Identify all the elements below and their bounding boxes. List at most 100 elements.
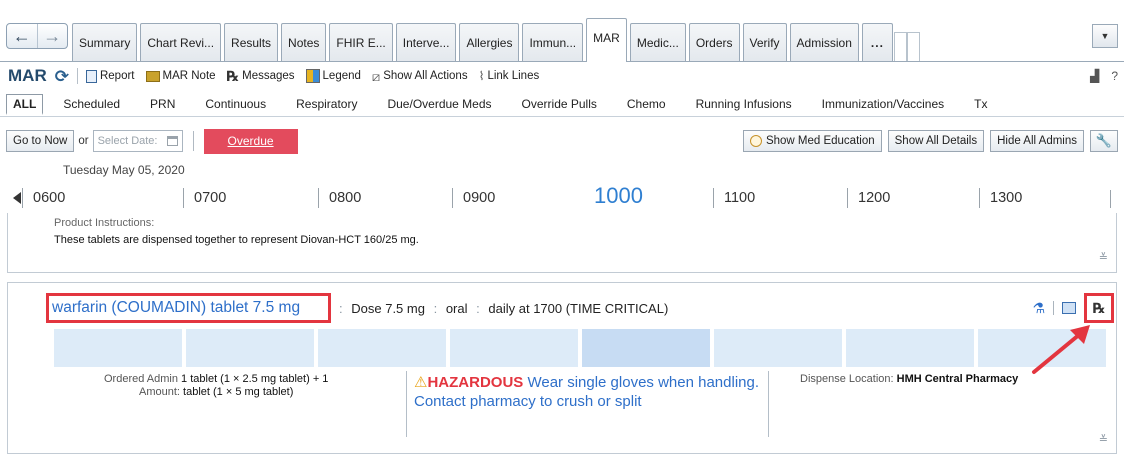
product-instructions-label: Product Instructions: [54, 217, 155, 229]
expand-chevron-icon[interactable]: ≚ [1099, 251, 1108, 264]
show-all-details-button[interactable]: Show All Details [887, 130, 985, 152]
report-button[interactable]: Report [85, 69, 135, 83]
admin-cell[interactable] [450, 329, 578, 367]
filter-continuous[interactable]: Continuous [201, 94, 270, 114]
report-label: Report [99, 70, 135, 82]
medication-route: oral [445, 301, 468, 316]
ordered-admin-value: 1 tablet (1 × 2.5 mg tablet) + 1 [181, 373, 329, 385]
annotation-arrow-icon [1032, 325, 1090, 374]
filter-all[interactable]: ALL [6, 93, 44, 115]
filter-respiratory[interactable]: Respiratory [292, 94, 361, 114]
chart-icon[interactable]: ▟ [1090, 69, 1099, 83]
sig-separator: : [433, 301, 438, 316]
admin-cell[interactable] [54, 329, 182, 367]
tab-dropdown-button[interactable]: ▼ [1092, 24, 1118, 48]
filter-override-pulls[interactable]: Override Pulls [518, 94, 601, 114]
timeline-hour: 1300 [979, 188, 1022, 208]
action-right-buttons: Show Med Education Show All Details Hide… [742, 130, 1118, 152]
admin-cell-current[interactable] [582, 329, 710, 367]
rx-icon: ℞ [1092, 299, 1106, 316]
filter-tx[interactable]: Tx [970, 94, 991, 114]
overdue-button[interactable]: Overdue [203, 128, 298, 154]
tab-orders[interactable]: Orders [688, 23, 740, 62]
action-divider [192, 131, 194, 151]
rx-icon: ℞ [226, 68, 240, 84]
product-instructions-text: These tablets are dispensed together to … [54, 234, 419, 246]
link-icon: ⌇ [478, 69, 485, 83]
hide-all-admins-button[interactable]: Hide All Admins [990, 130, 1084, 152]
filter-running-infusions[interactable]: Running Infusions [692, 94, 796, 114]
or-label: or [78, 135, 89, 147]
hazard-word: HAZARDOUS [427, 374, 524, 391]
warning-icon: ⚠ [414, 374, 428, 391]
admin-cell[interactable] [318, 329, 446, 367]
tab-more[interactable]: ... [861, 23, 893, 62]
chart-tabs: Summary Chart Revi... Results Notes FHIR… [72, 18, 920, 62]
timeline-back-arrow-icon[interactable] [13, 192, 21, 204]
admin-cell[interactable] [186, 329, 314, 367]
tab-notes[interactable]: Notes [281, 23, 327, 62]
forward-arrow-icon[interactable]: → [36, 24, 68, 48]
tab-verify[interactable]: Verify [742, 23, 787, 62]
back-arrow-icon[interactable]: ← [7, 24, 37, 48]
expand-chevron-icon[interactable]: ≚ [1099, 433, 1108, 446]
timeline-hour: 1100 [713, 188, 755, 208]
toolbar-divider [76, 68, 78, 84]
dispense-location: Dispense Location: HMH Central Pharmacy [800, 373, 1018, 385]
medication-sig: : Dose 7.5 mg : oral : daily at 1700 (TI… [334, 301, 668, 316]
medication-name-link[interactable]: warfarin (COUMADIN) tablet 7.5 mg [52, 299, 300, 317]
link-lines-button[interactable]: ⌇ Link Lines [479, 70, 540, 82]
admin-cell[interactable] [846, 329, 974, 367]
hour-timeline: 0600 0700 0800 0900 1000 1100 1200 1300 [0, 183, 1124, 212]
med-reference-icon[interactable] [1062, 302, 1076, 314]
show-all-actions-button[interactable]: ⧄ Show All Actions [372, 70, 468, 83]
calendar-icon[interactable] [166, 136, 178, 146]
tab-results[interactable]: Results [224, 23, 279, 62]
previous-med-panel: Product Instructions: These tablets are … [7, 213, 1117, 273]
filter-chemo[interactable]: Chemo [623, 94, 670, 114]
refresh-icon[interactable]: ⟳ [55, 68, 69, 85]
amount-label: Amount: [139, 386, 180, 398]
tab-mar[interactable]: MAR [586, 18, 627, 62]
tab-medications[interactable]: Medic... [629, 23, 686, 62]
tab-allergies[interactable]: Allergies [459, 23, 520, 62]
show-med-education-button[interactable]: Show Med Education [742, 130, 882, 152]
filter-due-overdue[interactable]: Due/Overdue Meds [383, 94, 495, 114]
dispense-label: Dispense Location: [800, 373, 894, 385]
timeline-hour: 0600 [22, 188, 65, 208]
clock-icon [749, 135, 762, 147]
select-date-field[interactable]: Select Date: [92, 130, 183, 152]
filter-scheduled[interactable]: Scheduled [59, 94, 124, 114]
wrench-icon: 🔧 [1095, 133, 1113, 148]
settings-button[interactable]: 🔧 [1090, 130, 1118, 152]
filter-immunization[interactable]: Immunization/Vaccines [818, 94, 949, 114]
tab-interventions[interactable]: Interve... [395, 23, 457, 62]
tab-immunizations[interactable]: Immun... [522, 23, 584, 62]
ordered-admin-label: Ordered Admin [104, 373, 178, 385]
medication-dose: Dose 7.5 mg [351, 301, 425, 316]
mar-note-button[interactable]: MAR Note [145, 70, 216, 82]
icon-divider [1053, 301, 1054, 315]
messages-label: Messages [242, 70, 295, 82]
interaction-icon[interactable]: ⚗ [1032, 300, 1045, 317]
timeline-end-tick [1110, 190, 1111, 208]
admin-cell[interactable] [714, 329, 842, 367]
mar-filter-tabs: ALL Scheduled PRN Continuous Respiratory… [0, 92, 1124, 117]
timeline-hour: 0800 [318, 188, 361, 208]
legend-label: Legend [322, 70, 361, 82]
messages-button[interactable]: ℞ Messages [227, 69, 295, 83]
help-icon[interactable]: ? [1111, 69, 1118, 83]
tab-admission[interactable]: Admission [789, 23, 859, 62]
sig-separator: : [339, 301, 343, 316]
tab-fhir[interactable]: FHIR E... [329, 23, 393, 62]
go-to-now-button[interactable]: Go to Now [6, 130, 75, 152]
filter-prn[interactable]: PRN [146, 94, 179, 114]
tab-chart-review[interactable]: Chart Revi... [140, 23, 222, 62]
tab-summary[interactable]: Summary [72, 23, 138, 62]
hazard-warning: ⚠HAZARDOUS Wear single gloves when handl… [414, 373, 759, 411]
detail-divider [768, 371, 769, 437]
mar-toolbar: MAR ⟳ Report MAR Note ℞ Messages Legend … [0, 62, 1124, 90]
medication-panel: warfarin (COUMADIN) tablet 7.5 mg : Dose… [7, 282, 1117, 454]
timeline-hour: 1200 [847, 188, 890, 208]
legend-button[interactable]: Legend [305, 69, 361, 83]
